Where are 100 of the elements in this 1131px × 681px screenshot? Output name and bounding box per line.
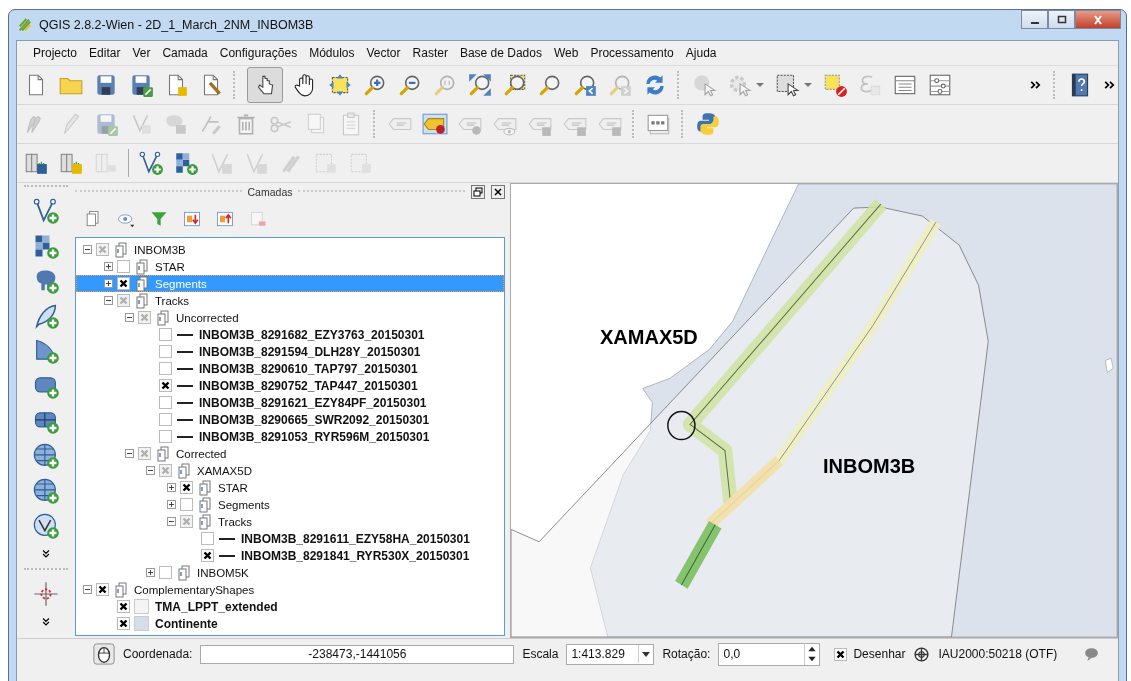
- abacus-icon[interactable]: [927, 72, 953, 98]
- magnifier-icon[interactable]: [502, 72, 528, 98]
- vector-add-icon[interactable]: [32, 197, 60, 225]
- expander-icon[interactable]: [167, 483, 176, 492]
- menu-item[interactable]: Configurações: [213, 46, 304, 60]
- label-pin-icon[interactable]: [422, 111, 448, 137]
- menu-item[interactable]: Processamento: [584, 46, 680, 60]
- layer-tree-item[interactable]: INBOM3B: [76, 241, 504, 258]
- expander-icon[interactable]: [104, 296, 113, 305]
- expander-icon[interactable]: [83, 585, 92, 594]
- layer-tree-item[interactable]: XAMAX5D: [76, 462, 504, 479]
- layer-tree-item[interactable]: Segments: [76, 496, 504, 513]
- coordinate-field[interactable]: -238473,-1441056: [200, 644, 515, 664]
- menu-item[interactable]: Camada: [156, 46, 214, 60]
- layer-tree-item[interactable]: INBOM3B_8290665_SWR2092_20150301: [76, 411, 504, 428]
- layer-tree-item[interactable]: INBOM3B_8290610_TAP797_20150301: [76, 360, 504, 377]
- layer-tree-item[interactable]: Tracks: [76, 292, 504, 309]
- layer-tree-item[interactable]: INBOM3B_8291621_EZY84PF_20150301: [76, 394, 504, 411]
- visibility-checkbox[interactable]: [201, 549, 214, 562]
- visibility-checkbox[interactable]: [159, 379, 172, 392]
- visibility-checkbox[interactable]: [117, 617, 130, 630]
- layer-tree-item[interactable]: ComplementaryShapes: [76, 581, 504, 598]
- expander-icon[interactable]: [125, 313, 134, 322]
- menu-item[interactable]: Ver: [126, 46, 157, 60]
- expander-icon[interactable]: [146, 466, 155, 475]
- visibility-checkbox[interactable]: [159, 362, 172, 375]
- visibility-checkbox[interactable]: [159, 430, 172, 443]
- maximize-button[interactable]: [1048, 10, 1075, 29]
- layer-tree-item[interactable]: INBOM3B_8291841_RYR530X_20150301: [76, 547, 504, 564]
- expander-icon[interactable]: [104, 262, 113, 271]
- render-checkbox[interactable]: Desenhar: [834, 647, 906, 661]
- visibility-checkbox[interactable]: [117, 294, 130, 307]
- filter-icon[interactable]: [149, 209, 169, 229]
- crs-icon[interactable]: [913, 645, 931, 663]
- visibility-checkbox[interactable]: [180, 481, 193, 494]
- expander-icon[interactable]: [167, 517, 176, 526]
- visibility-checkbox[interactable]: [159, 566, 172, 579]
- visibility-checkbox[interactable]: [117, 277, 130, 290]
- crs-label[interactable]: IAU2000:50218 (OTF): [938, 647, 1058, 661]
- layer-tree-item[interactable]: STAR: [76, 258, 504, 275]
- layer-tree-item[interactable]: STAR: [76, 479, 504, 496]
- menu-item[interactable]: Raster: [406, 46, 454, 60]
- deselect-icon[interactable]: [822, 72, 848, 98]
- python-icon[interactable]: [695, 111, 721, 137]
- menu-item[interactable]: Ajuda: [679, 46, 723, 60]
- caret-icon[interactable]: [803, 80, 813, 90]
- expander-icon[interactable]: [104, 279, 113, 288]
- visibility-checkbox[interactable]: [159, 464, 172, 477]
- raster-add-icon[interactable]: [173, 150, 199, 176]
- layer-tree-item[interactable]: Tracks: [76, 513, 504, 530]
- globe-add-icon[interactable]: [32, 477, 60, 505]
- float-panel-button[interactable]: [471, 185, 485, 199]
- layer-tree-item[interactable]: INBOM3B_8291611_EZY58HA_20150301: [76, 530, 504, 547]
- visibility-checkbox[interactable]: [159, 396, 172, 409]
- visibility-checkbox[interactable]: [117, 260, 130, 273]
- layer-tree-item[interactable]: Corrected: [76, 445, 504, 462]
- visibility-checkbox[interactable]: [138, 311, 151, 324]
- feather-add-icon[interactable]: [32, 302, 60, 330]
- select-rectangle-icon[interactable]: [774, 72, 800, 98]
- scale-dropdown[interactable]: 1:413.829: [566, 643, 655, 665]
- pan-tool-button[interactable]: [247, 67, 283, 103]
- layer-tree-item[interactable]: Continente: [76, 615, 504, 632]
- layer-tree-item[interactable]: TMA_LPPT_extended: [76, 598, 504, 615]
- layer-tree-item[interactable]: INBOM3B_8291682_EZY3763_20150301: [76, 326, 504, 343]
- menu-item[interactable]: Vector: [360, 46, 407, 60]
- collapse-all-icon[interactable]: [215, 209, 235, 229]
- visibility-checkbox[interactable]: [180, 498, 193, 511]
- move-arrows-icon[interactable]: [327, 72, 353, 98]
- rotation-spinbox[interactable]: 0,0: [718, 642, 821, 666]
- visibility-checkbox[interactable]: [117, 600, 130, 613]
- crosshair-icon[interactable]: [32, 580, 60, 608]
- visibility-checkbox[interactable]: [180, 515, 193, 528]
- expand-all-icon[interactable]: [182, 209, 202, 229]
- menu-item[interactable]: Editar: [83, 46, 127, 60]
- mouse-icon[interactable]: [93, 643, 115, 665]
- zoom-full-icon[interactable]: [467, 72, 493, 98]
- layer-tree-item[interactable]: INBOM3B_8291594_DLH28Y_20150301: [76, 343, 504, 360]
- menu-item[interactable]: Base de Dados: [453, 46, 548, 60]
- globe-vertex-add-icon[interactable]: [32, 512, 60, 540]
- caret-icon[interactable]: [755, 80, 765, 90]
- menu-item[interactable]: Web: [547, 46, 585, 60]
- expander-icon[interactable]: [125, 449, 134, 458]
- visibility-checkbox[interactable]: [159, 328, 172, 341]
- visibility-checkbox[interactable]: [138, 447, 151, 460]
- menu-item[interactable]: Projecto: [27, 46, 84, 60]
- layer-tree-item[interactable]: INBOM3B_8291053_RYR596M_20150301: [76, 428, 504, 445]
- layer-tree-item[interactable]: INBOM5K: [76, 564, 504, 581]
- expander-icon[interactable]: [146, 568, 155, 577]
- vector-add-icon[interactable]: [138, 150, 164, 176]
- checkbox[interactable]: [834, 647, 848, 661]
- menu-item[interactable]: Módulos: [303, 46, 361, 60]
- minimize-button[interactable]: [1021, 10, 1048, 29]
- close-button[interactable]: [1075, 10, 1121, 29]
- visibility-checkbox[interactable]: [159, 345, 172, 358]
- layer-tree-item[interactable]: INBOM3B_8290752_TAP447_20150301: [76, 377, 504, 394]
- expander-icon[interactable]: [83, 245, 92, 254]
- visibility-checkbox[interactable]: [201, 532, 214, 545]
- expander-icon[interactable]: [167, 500, 176, 509]
- visibility-checkbox[interactable]: [159, 413, 172, 426]
- visibility-checkbox[interactable]: [96, 243, 109, 256]
